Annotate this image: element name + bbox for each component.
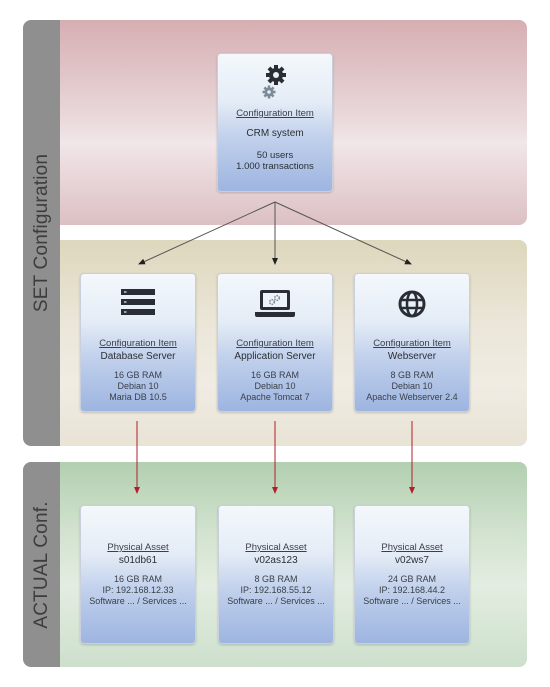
attr: Debian 10	[254, 381, 296, 391]
attr: 16 GB RAM	[113, 574, 162, 584]
set-configuration-sidebar: SET Configuration	[23, 20, 60, 446]
attr: Software ... / Services ...	[363, 596, 461, 606]
item-type: Configuration Item	[373, 338, 451, 349]
item-name: Database Server	[100, 351, 176, 362]
webserver-configuration-item[interactable]: Configuration Item Webserver 8 GB RAM De…	[354, 273, 470, 412]
attr: Debian 10	[391, 381, 433, 391]
actual-configuration-sidebar: ACTUAL Conf.	[23, 462, 60, 667]
globe-icon	[398, 290, 426, 318]
actual-configuration-label: ACTUAL Conf.	[30, 500, 52, 629]
gears-icon	[262, 65, 286, 99]
item-name: Application Server	[234, 351, 316, 362]
attr: Apache Webserver 2.4	[366, 392, 458, 402]
item-name: CRM system	[246, 128, 304, 139]
attr: IP: 192.168.44.2	[378, 585, 446, 595]
asset-name: v02as123	[254, 555, 298, 566]
attr: Software ... / Services ...	[89, 596, 187, 606]
item-type: Configuration Item	[99, 338, 177, 349]
asset-name: s01db61	[118, 555, 158, 566]
item-attributes: 16 GB RAM Debian 10 Maria DB 10.5	[81, 370, 195, 403]
attr: IP: 192.168.55.12	[240, 585, 312, 595]
item-attributes: 16 GB RAM Debian 10 Apache Tomcat 7	[218, 370, 332, 403]
attr: 16 GB RAM	[113, 370, 162, 380]
item-type: Configuration Item	[236, 108, 314, 119]
attr: 24 GB RAM	[387, 574, 436, 584]
attr: 8 GB RAM	[390, 370, 434, 380]
attr: Maria DB 10.5	[109, 392, 167, 402]
attr: 16 GB RAM	[250, 370, 299, 380]
attr: Debian 10	[117, 381, 159, 391]
laptop-gears-icon	[255, 290, 295, 317]
asset-type: Physical Asset	[245, 542, 307, 553]
asset-type: Physical Asset	[107, 542, 169, 553]
crm-configuration-item[interactable]: Configuration Item CRM system 50 users 1…	[217, 53, 333, 192]
attr: Software ... / Services ...	[227, 596, 325, 606]
asset-attributes: 24 GB RAM IP: 192.168.44.2 Software ... …	[355, 574, 469, 607]
server-rack-icon	[121, 289, 155, 315]
asset-attributes: 8 GB RAM IP: 192.168.55.12 Software ... …	[219, 574, 333, 607]
physical-asset-v02ws7[interactable]: Physical Asset v02ws7 24 GB RAM IP: 192.…	[354, 505, 470, 644]
attr: Apache Tomcat 7	[240, 392, 310, 402]
item-attributes: 50 users 1.000 transactions	[218, 150, 332, 172]
application-server-configuration-item[interactable]: Configuration Item Application Server 16…	[217, 273, 333, 412]
asset-name: v02ws7	[395, 555, 429, 566]
asset-type: Physical Asset	[381, 542, 443, 553]
attr: 50 users	[256, 150, 294, 161]
item-name: Webserver	[387, 351, 437, 362]
set-configuration-label: SET Configuration	[30, 153, 52, 313]
attr: IP: 192.168.12.33	[102, 585, 174, 595]
asset-attributes: 16 GB RAM IP: 192.168.12.33 Software ...…	[81, 574, 195, 607]
database-server-configuration-item[interactable]: Configuration Item Database Server 16 GB…	[80, 273, 196, 412]
item-attributes: 8 GB RAM Debian 10 Apache Webserver 2.4	[355, 370, 469, 403]
attr: 1.000 transactions	[236, 161, 314, 172]
attr: 8 GB RAM	[254, 574, 298, 584]
physical-asset-s01db61[interactable]: Physical Asset s01db61 16 GB RAM IP: 192…	[80, 505, 196, 644]
physical-asset-v02as123[interactable]: Physical Asset v02as123 8 GB RAM IP: 192…	[218, 505, 334, 644]
item-type: Configuration Item	[236, 338, 314, 349]
